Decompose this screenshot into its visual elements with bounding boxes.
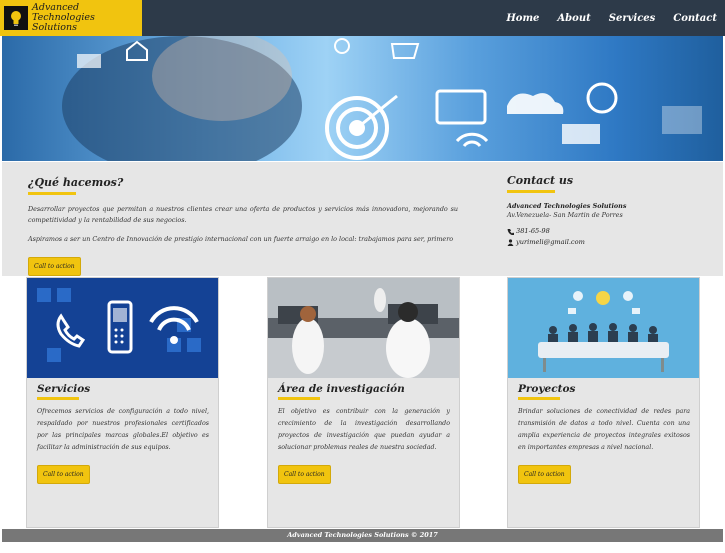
- card-servicios: Servicios Ofrecemos servicios de configu…: [26, 277, 219, 528]
- info-section: ¿Qué hacemos? Desarrollar proyectos que …: [2, 162, 723, 276]
- about-cta-button[interactable]: Call to action: [28, 257, 81, 276]
- card-image-lab: [268, 278, 459, 378]
- nav-contact[interactable]: Contact: [673, 13, 717, 24]
- lightbulb-icon: [4, 6, 28, 30]
- hero-banner: [2, 36, 723, 161]
- phone-icon: [507, 229, 514, 235]
- contact-email: yurimeli@gmail.com: [507, 237, 717, 248]
- contact-phone-value: 381-65-98: [516, 227, 550, 235]
- title-underline: [518, 397, 560, 400]
- main-nav: Home About Services Contact: [506, 0, 717, 36]
- card-cta-button[interactable]: Call to action: [278, 465, 331, 484]
- contact-block: Contact us Advanced Technologies Solutio…: [507, 174, 717, 248]
- about-paragraph-2: Aspiramos a ser un Centro de Innovación …: [28, 235, 454, 243]
- about-title: ¿Qué hacemos?: [28, 176, 124, 189]
- card-title: Servicios: [37, 383, 91, 395]
- brand[interactable]: Advanced Technologies Solutions: [0, 0, 142, 36]
- card-text: Ofrecemos servicios de configuración a t…: [37, 408, 209, 451]
- card-text: El objetivo es contribuir con la generac…: [278, 408, 450, 451]
- title-underline: [278, 397, 320, 400]
- contact-email-value: yurimeli@gmail.com: [516, 238, 585, 246]
- card-title: Proyectos: [518, 383, 576, 395]
- card-cta-button[interactable]: Call to action: [37, 465, 90, 484]
- nav-home[interactable]: Home: [506, 13, 539, 24]
- brand-name: Advanced Technologies Solutions: [32, 2, 95, 33]
- contact-title: Contact us: [507, 174, 574, 187]
- card-image-telecom: [27, 278, 218, 378]
- card-investigacion: Área de investigación El objetivo es con…: [267, 277, 460, 528]
- title-underline: [28, 192, 76, 195]
- footer-text: Advanced Technologies Solutions © 2017: [287, 531, 438, 539]
- contact-address: Av.Venezuela- San Martin de Porres: [507, 211, 623, 219]
- card-proyectos: Proyectos Brindar soluciones de conectiv…: [507, 277, 700, 528]
- about-paragraph-1: Desarrollar proyectos que permitan a nue…: [28, 205, 458, 224]
- footer: Advanced Technologies Solutions © 2017: [2, 529, 723, 542]
- nav-about[interactable]: About: [557, 13, 590, 24]
- contact-phone: 381-65-98: [507, 226, 717, 237]
- nav-services[interactable]: Services: [609, 13, 656, 24]
- hero-illustration: [62, 36, 702, 161]
- navbar: Advanced Technologies Solutions Home Abo…: [0, 0, 725, 36]
- card-text: Brindar soluciones de conectividad de re…: [518, 408, 690, 451]
- card-image-meeting: [508, 278, 699, 378]
- card-cta-button[interactable]: Call to action: [518, 465, 571, 484]
- user-icon: [507, 239, 514, 246]
- contact-company: Advanced Technologies Solutions: [507, 202, 627, 210]
- title-underline: [37, 397, 79, 400]
- title-underline: [507, 190, 555, 193]
- card-title: Área de investigación: [278, 383, 405, 395]
- about-block: ¿Qué hacemos? Desarrollar proyectos que …: [28, 176, 458, 276]
